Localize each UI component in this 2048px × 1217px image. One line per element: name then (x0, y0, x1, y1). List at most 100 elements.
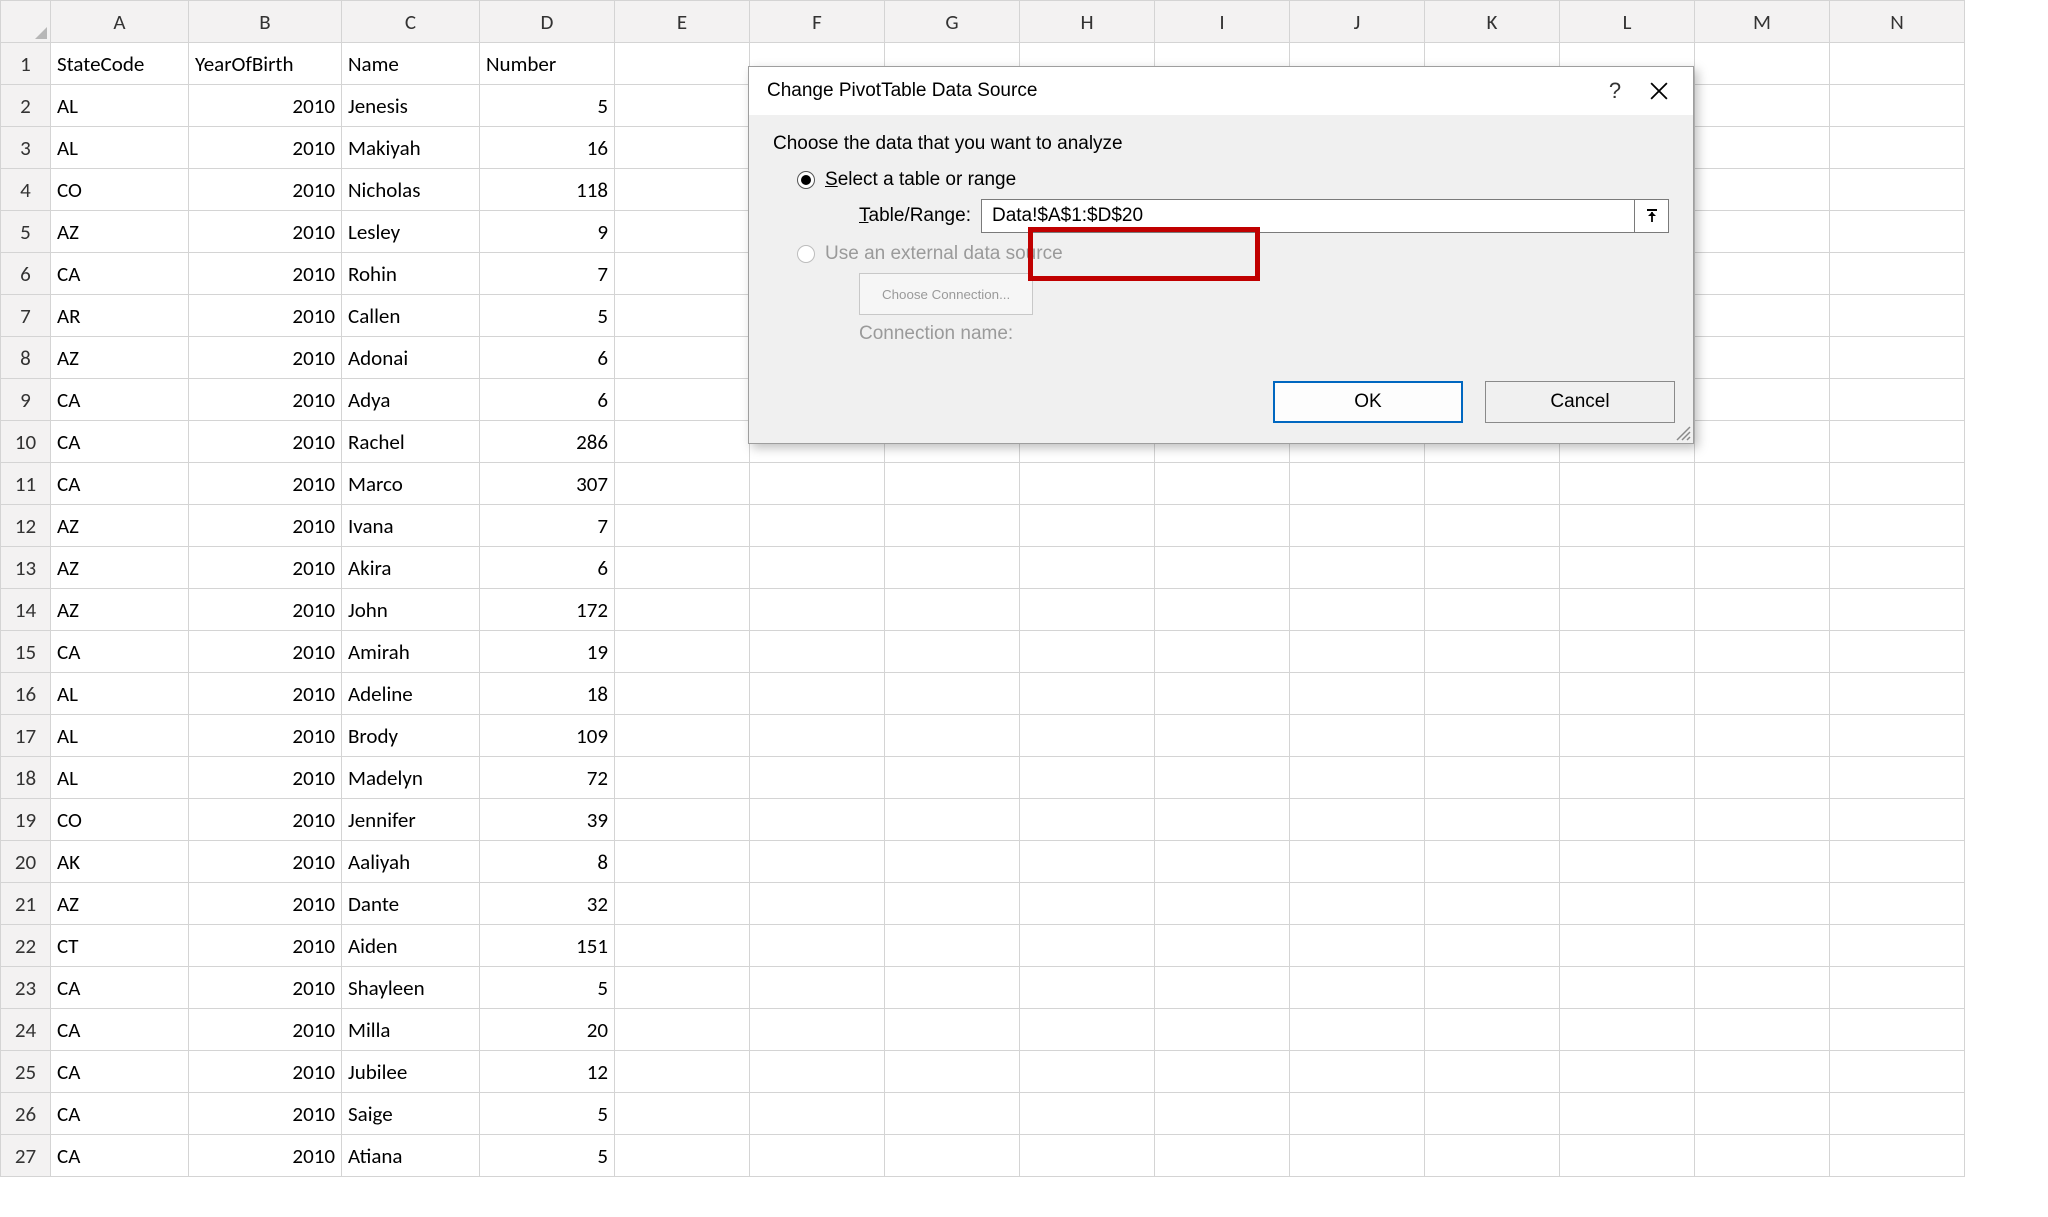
cell[interactable] (1020, 757, 1155, 799)
cell[interactable] (885, 463, 1020, 505)
cell[interactable]: 2010 (189, 1135, 342, 1177)
col-header[interactable]: F (750, 1, 885, 43)
cell[interactable]: 2010 (189, 631, 342, 673)
cell[interactable] (1695, 673, 1830, 715)
cell[interactable] (1695, 631, 1830, 673)
row-header[interactable]: 19 (1, 799, 51, 841)
cell[interactable] (750, 925, 885, 967)
cell[interactable] (1290, 463, 1425, 505)
cell[interactable] (1425, 715, 1560, 757)
cell[interactable] (1695, 757, 1830, 799)
cell[interactable]: CA (51, 1093, 189, 1135)
cell[interactable] (615, 43, 750, 85)
cell[interactable] (615, 841, 750, 883)
cell[interactable] (750, 967, 885, 1009)
cell[interactable] (1560, 799, 1695, 841)
row-header[interactable]: 14 (1, 589, 51, 631)
col-header[interactable]: L (1560, 1, 1695, 43)
cell[interactable]: Jennifer (342, 799, 480, 841)
cell[interactable] (1830, 295, 1965, 337)
cell[interactable] (1830, 337, 1965, 379)
cell[interactable]: Ivana (342, 505, 480, 547)
cell[interactable] (1020, 967, 1155, 1009)
cell[interactable] (1425, 505, 1560, 547)
cell[interactable]: 12 (480, 1051, 615, 1093)
cell[interactable] (1290, 925, 1425, 967)
cell[interactable] (1020, 1093, 1155, 1135)
cell[interactable] (1155, 589, 1290, 631)
cell[interactable]: 8 (480, 841, 615, 883)
cell[interactable] (750, 799, 885, 841)
cell[interactable] (615, 673, 750, 715)
cell[interactable] (1560, 631, 1695, 673)
cell[interactable] (615, 631, 750, 673)
cell[interactable] (1695, 421, 1830, 463)
cell[interactable]: 2010 (189, 463, 342, 505)
cell[interactable]: 2010 (189, 253, 342, 295)
cell[interactable]: Aaliyah (342, 841, 480, 883)
row-header[interactable]: 9 (1, 379, 51, 421)
cell[interactable] (885, 1009, 1020, 1051)
cell[interactable] (1155, 841, 1290, 883)
cell[interactable] (1155, 547, 1290, 589)
cell[interactable] (1425, 1051, 1560, 1093)
row-header[interactable]: 8 (1, 337, 51, 379)
col-header[interactable]: J (1290, 1, 1425, 43)
col-header[interactable]: H (1020, 1, 1155, 43)
cell[interactable] (1155, 799, 1290, 841)
cell[interactable]: Marco (342, 463, 480, 505)
cell[interactable]: AL (51, 127, 189, 169)
cell[interactable] (885, 967, 1020, 1009)
cell[interactable] (1155, 1093, 1290, 1135)
cell[interactable] (615, 1093, 750, 1135)
cell[interactable]: 7 (480, 505, 615, 547)
cell[interactable] (750, 883, 885, 925)
cell[interactable] (750, 547, 885, 589)
cell[interactable] (885, 841, 1020, 883)
cell[interactable] (1155, 1051, 1290, 1093)
cell[interactable]: CA (51, 1009, 189, 1051)
row-header[interactable]: 4 (1, 169, 51, 211)
cell[interactable]: 5 (480, 967, 615, 1009)
table-range-input[interactable] (981, 199, 1635, 233)
cell[interactable]: 7 (480, 253, 615, 295)
cell[interactable] (1695, 127, 1830, 169)
cell[interactable] (1425, 463, 1560, 505)
cell[interactable]: Madelyn (342, 757, 480, 799)
cell[interactable]: John (342, 589, 480, 631)
cell[interactable] (1290, 757, 1425, 799)
cell[interactable] (1425, 799, 1560, 841)
cell[interactable] (1695, 799, 1830, 841)
cell[interactable] (1425, 841, 1560, 883)
row-header[interactable]: 21 (1, 883, 51, 925)
row-header[interactable]: 3 (1, 127, 51, 169)
cell[interactable] (1425, 967, 1560, 1009)
cell[interactable] (1830, 799, 1965, 841)
cell[interactable] (1290, 799, 1425, 841)
cell[interactable] (1830, 547, 1965, 589)
cell[interactable] (1560, 883, 1695, 925)
cell[interactable] (1290, 1093, 1425, 1135)
cell[interactable]: CT (51, 925, 189, 967)
col-header[interactable]: I (1155, 1, 1290, 43)
cell[interactable] (1695, 505, 1830, 547)
cell[interactable] (750, 1093, 885, 1135)
cell[interactable] (750, 1051, 885, 1093)
col-header[interactable]: G (885, 1, 1020, 43)
col-header[interactable]: D (480, 1, 615, 43)
cell[interactable] (1020, 925, 1155, 967)
cell[interactable] (1290, 715, 1425, 757)
cell[interactable] (1560, 757, 1695, 799)
cell[interactable] (1830, 463, 1965, 505)
cell[interactable] (615, 1009, 750, 1051)
cell[interactable]: AZ (51, 211, 189, 253)
row-header[interactable]: 27 (1, 1135, 51, 1177)
cell[interactable]: AL (51, 85, 189, 127)
ok-button[interactable]: OK (1273, 381, 1463, 423)
cell[interactable] (750, 505, 885, 547)
cell[interactable] (1695, 211, 1830, 253)
cell[interactable] (615, 211, 750, 253)
cell[interactable] (1830, 631, 1965, 673)
row-header[interactable]: 6 (1, 253, 51, 295)
cell[interactable] (615, 1135, 750, 1177)
